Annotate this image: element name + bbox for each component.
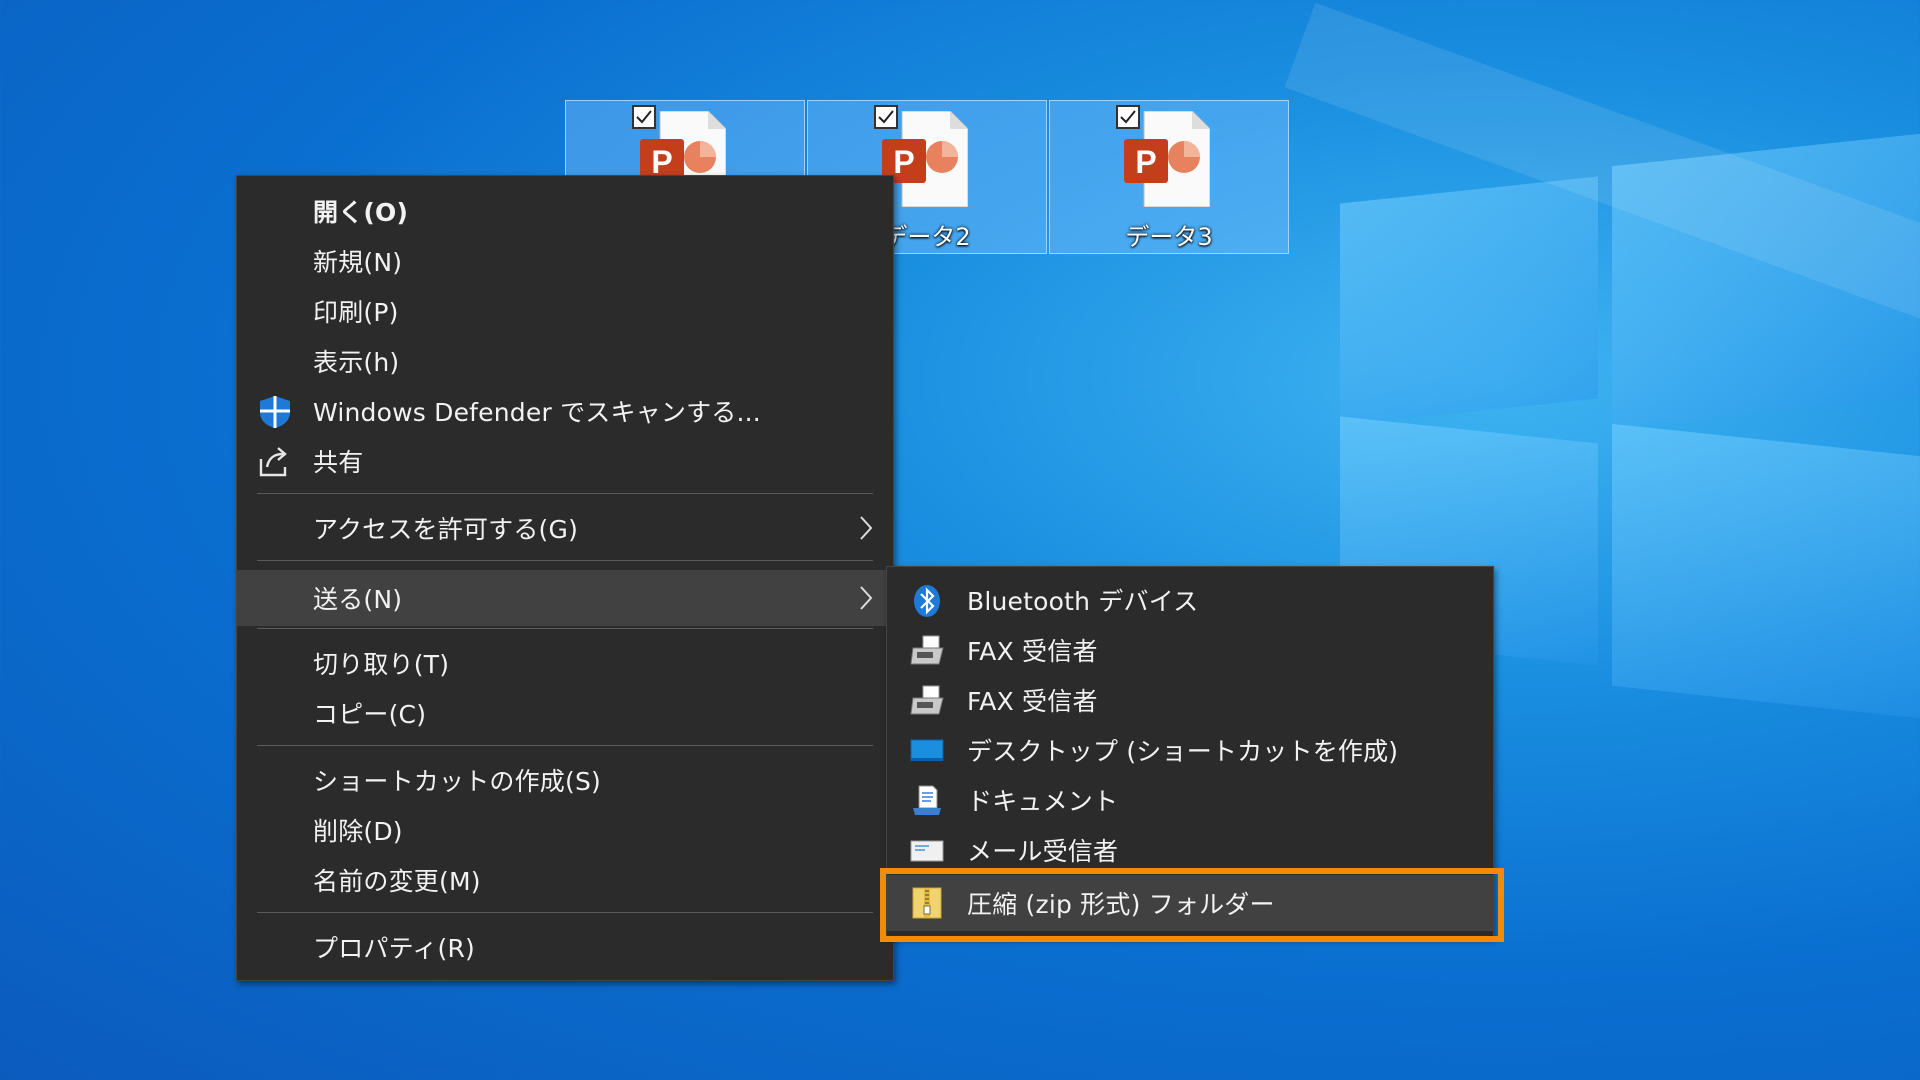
menu-item-delete[interactable]: 削除(D) [237, 805, 893, 855]
submenu-item-label: FAX 受信者 [967, 687, 1098, 716]
menu-item-defender-scan[interactable]: Windows Defender でスキャンする... [237, 386, 893, 436]
menu-item-label: 名前の変更(M) [313, 867, 481, 896]
menu-item-label: アクセスを許可する(G) [313, 515, 579, 544]
submenu-item-label: デスクトップ (ショートカットを作成) [967, 737, 1399, 766]
chevron-right-icon [860, 586, 873, 610]
svg-text:P: P [893, 144, 914, 180]
menu-item-print[interactable]: 印刷(P) [237, 286, 893, 336]
menu-item-share[interactable]: 共有 [237, 436, 893, 486]
menu-item-create-shortcut[interactable]: ショートカットの作成(S) [237, 755, 893, 805]
svg-text:P: P [1135, 144, 1156, 180]
menu-item-label: コピー(C) [313, 700, 427, 729]
menu-item-label: 印刷(P) [313, 298, 399, 327]
submenu-item-label: FAX 受信者 [967, 637, 1098, 666]
mail-icon [910, 840, 944, 862]
file-name: データ3 [1125, 223, 1213, 251]
menu-separator [257, 628, 873, 629]
chevron-right-icon [860, 516, 873, 540]
menu-item-rename[interactable]: 名前の変更(M) [237, 855, 893, 905]
menu-item-label: 新規(N) [313, 248, 403, 277]
menu-item-view[interactable]: 表示(h) [237, 336, 893, 386]
menu-item-cut[interactable]: 切り取り(T) [237, 638, 893, 688]
submenu-item-fax-2[interactable]: FAX 受信者 [887, 675, 1493, 725]
submenu-item-fax-1[interactable]: FAX 受信者 [887, 625, 1493, 675]
logo-pane-bottom-right [1612, 423, 1920, 719]
bluetooth-icon [914, 585, 940, 617]
desktop-icon [910, 739, 944, 761]
menu-item-label: 送る(N) [313, 585, 403, 614]
submenu-item-documents[interactable]: ドキュメント [887, 775, 1493, 825]
menu-item-label: 開く(O) [313, 198, 409, 227]
highlight-box [880, 868, 1504, 942]
submenu-item-desktop[interactable]: デスクトップ (ショートカットを作成) [887, 725, 1493, 775]
menu-item-give-access[interactable]: アクセスを許可する(G) [237, 503, 893, 553]
fax-icon [910, 635, 944, 665]
context-menu: 開く(O) 新規(N) 印刷(P) 表示(h) Windows Defender… [236, 175, 894, 981]
submenu-item-label: Bluetooth デバイス [967, 587, 1199, 616]
submenu-item-bluetooth[interactable]: Bluetooth デバイス [887, 575, 1493, 625]
submenu-item-label: メール受信者 [967, 837, 1119, 866]
menu-separator [257, 560, 873, 561]
defender-shield-icon [260, 396, 290, 428]
menu-item-label: 削除(D) [313, 817, 403, 846]
menu-item-label: ショートカットの作成(S) [313, 767, 601, 796]
menu-item-label: プロパティ(R) [313, 934, 475, 963]
menu-separator [257, 912, 873, 913]
logo-pane-top-left [1340, 176, 1598, 426]
menu-item-open[interactable]: 開く(O) [237, 186, 893, 236]
menu-item-label: 表示(h) [313, 348, 400, 377]
menu-item-label: Windows Defender でスキャンする... [313, 398, 761, 427]
menu-separator [257, 493, 873, 494]
share-icon [259, 447, 287, 477]
documents-icon [913, 785, 941, 815]
fax-icon [910, 685, 944, 715]
menu-separator [257, 745, 873, 746]
menu-item-label: 共有 [313, 448, 364, 477]
menu-item-new[interactable]: 新規(N) [237, 236, 893, 286]
menu-item-send-to[interactable]: 送る(N) [237, 570, 893, 626]
submenu-item-label: ドキュメント [967, 787, 1119, 816]
menu-item-properties[interactable]: プロパティ(R) [237, 922, 893, 972]
menu-item-label: 切り取り(T) [313, 650, 450, 679]
desktop-file-3[interactable]: P データ3 [1049, 100, 1289, 254]
powerpoint-file-icon: P [1124, 111, 1210, 207]
menu-item-copy[interactable]: コピー(C) [237, 688, 893, 738]
